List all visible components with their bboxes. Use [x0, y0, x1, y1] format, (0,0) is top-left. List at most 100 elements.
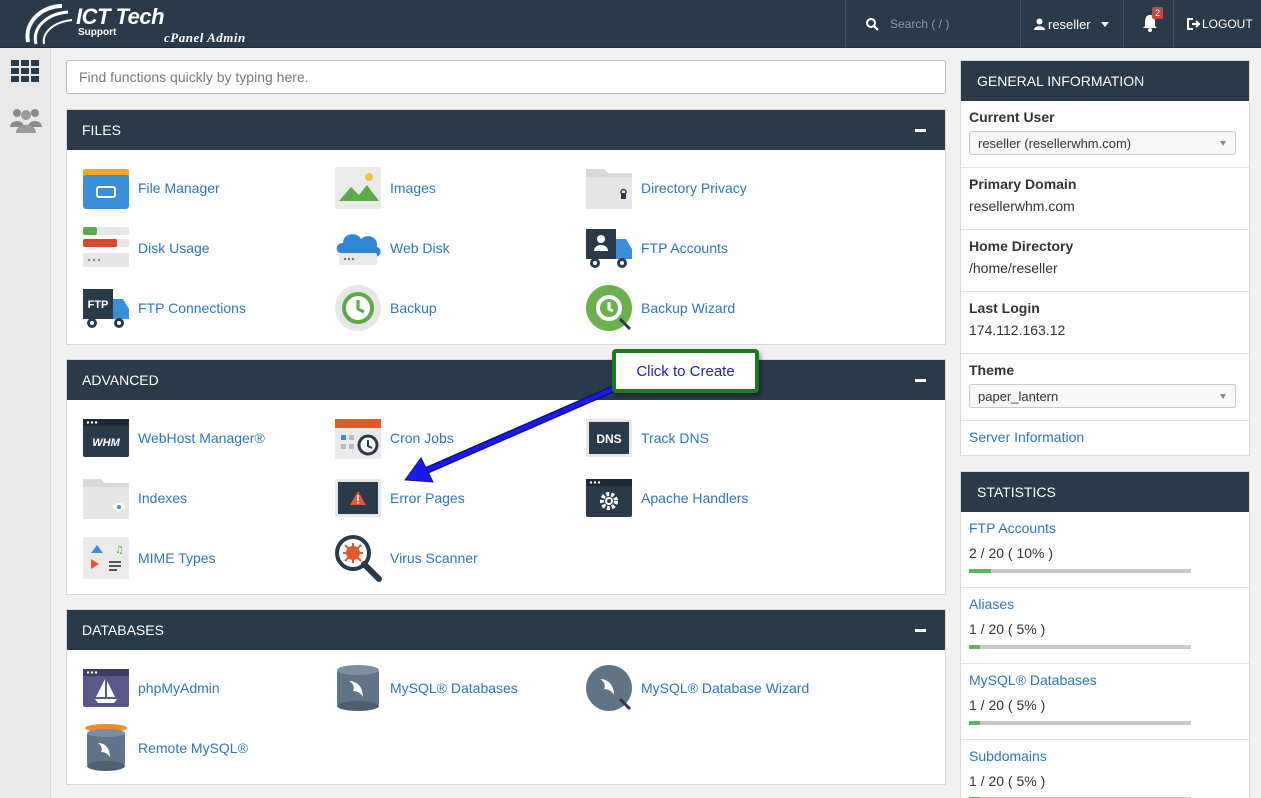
theme-select[interactable]: paper_lantern [969, 384, 1236, 408]
last-login-label: Last Login [969, 300, 1040, 316]
stat-label[interactable]: Subdomains [969, 748, 1047, 764]
notification-badge: 2 [1152, 7, 1164, 19]
mysql-database-wizard-item[interactable]: MySQL® Database Wizard [584, 663, 809, 713]
file-manager-item[interactable]: File Manager [81, 163, 220, 213]
chevron-down-icon [1100, 21, 1109, 27]
disk-usage-icon [83, 227, 129, 267]
backup-wizard-item[interactable]: Backup Wizard [584, 283, 735, 333]
ftp-accounts-item[interactable]: FTP Accounts [584, 223, 728, 273]
stat-label[interactable]: Aliases [969, 596, 1014, 612]
databases-panel-header[interactable]: DATABASES [67, 610, 945, 650]
whm-icon: WHM [83, 419, 129, 457]
ftp-connections-label: FTP Connections [138, 300, 246, 316]
logo-swirl-icon [25, 4, 73, 45]
mysql-databases-item[interactable]: MySQL® Databases [333, 663, 518, 713]
logout-icon [1187, 18, 1200, 30]
user-menu[interactable]: reseller [1020, 0, 1123, 48]
mysql-database-icon [337, 665, 379, 711]
collapse-icon[interactable] [915, 129, 926, 132]
collapse-icon[interactable] [915, 629, 926, 632]
disk-usage-item[interactable]: Disk Usage [81, 223, 210, 273]
home-directory-value: /home/reseller [969, 260, 1058, 276]
stat-value: 1 / 20 ( 5% ) [969, 621, 1046, 637]
web-disk-icon [336, 234, 381, 265]
backup-icon [335, 285, 381, 331]
stat-progress-bar [969, 645, 1191, 649]
directory-privacy-label: Directory Privacy [641, 180, 747, 196]
top-search[interactable]: Search ( / ) [845, 0, 1020, 48]
general-information-title: GENERAL INFORMATION [961, 61, 1249, 101]
folder-lock-icon [586, 169, 632, 209]
indexes-label: Indexes [138, 490, 188, 506]
primary-domain-row: Primary Domain resellerwhm.com [961, 168, 1249, 230]
ftp-accounts-icon [586, 229, 632, 268]
images-label: Images [390, 180, 436, 196]
advanced-panel-title: ADVANCED [82, 372, 159, 388]
virus-scanner-item[interactable]: Virus Scanner [333, 533, 478, 583]
stat-label[interactable]: MySQL® Databases [969, 672, 1097, 688]
chevron-down-icon [1220, 141, 1226, 146]
top-search-placeholder: Search ( / ) [890, 17, 950, 31]
mime-types-item[interactable]: ♫ MIME Types [81, 533, 216, 583]
ftp-connections-item[interactable]: FTP FTP Connections [81, 283, 246, 333]
top-navbar: ICT Tech Support cPanel Admin Search ( /… [0, 0, 1261, 48]
error-pages-label: Error Pages [390, 490, 465, 506]
logo-subtitle: Support [78, 27, 117, 38]
web-disk-label: Web Disk [390, 240, 450, 256]
function-search-input[interactable] [66, 60, 946, 94]
stat-label[interactable]: FTP Accounts [969, 520, 1056, 536]
search-icon [866, 17, 879, 31]
mime-types-label: MIME Types [138, 550, 216, 566]
svg-text:♫: ♫ [115, 545, 124, 556]
users-icon[interactable] [10, 105, 42, 133]
phpmyadmin-label: phpMyAdmin [138, 680, 220, 696]
annotation-arrow-icon [404, 382, 624, 483]
backup-wizard-icon [586, 285, 632, 331]
disk-usage-label: Disk Usage [138, 240, 210, 256]
current-user-label: Current User [969, 109, 1055, 125]
server-information-link[interactable]: Server Information [969, 429, 1084, 445]
file-manager-icon [83, 169, 129, 209]
directory-privacy-item[interactable]: Directory Privacy [584, 163, 747, 213]
track-dns-label: Track DNS [641, 430, 709, 446]
chevron-down-icon [1220, 394, 1226, 399]
stat-aliases: Aliases 1 / 20 ( 5% ) [961, 588, 1249, 664]
indexes-item[interactable]: Indexes [81, 473, 187, 523]
webhost-manager-item[interactable]: WHM WebHost Manager® [81, 413, 265, 463]
web-disk-item[interactable]: Web Disk [333, 223, 450, 273]
remote-mysql-item[interactable]: Remote MySQL® [81, 723, 248, 773]
webhost-manager-label: WebHost Manager® [138, 430, 265, 446]
phpmyadmin-icon [83, 669, 129, 707]
mime-types-icon: ♫ [83, 537, 129, 579]
phpmyadmin-item[interactable]: phpMyAdmin [81, 663, 220, 713]
statistics-title: STATISTICS [961, 472, 1249, 512]
current-user-select[interactable]: reseller (resellerwhm.com) [969, 131, 1236, 155]
stat-progress-fill [969, 645, 981, 649]
virus-scanner-icon [335, 535, 382, 582]
whm-icon-text: WHM [92, 437, 120, 449]
files-panel-header[interactable]: FILES [67, 110, 945, 150]
logo[interactable]: ICT Tech Support cPanel Admin [22, 0, 272, 48]
logo-tagline: cPanel Admin [164, 30, 246, 45]
stat-ftp-accounts: FTP Accounts 2 / 20 ( 10% ) [961, 512, 1249, 588]
backup-item[interactable]: Backup [333, 283, 437, 333]
stat-value: 1 / 20 ( 5% ) [969, 697, 1046, 713]
warning-icon [335, 479, 381, 517]
user-name: reseller [1048, 16, 1091, 32]
server-information-row: Server Information [961, 421, 1249, 455]
collapse-icon[interactable] [915, 379, 926, 382]
databases-panel-title: DATABASES [82, 622, 164, 638]
images-icon [335, 167, 381, 209]
notifications-button[interactable]: 2 [1123, 0, 1173, 48]
databases-panel: DATABASES phpMyAdmin MySQL® Databases My… [66, 609, 946, 785]
backup-wizard-label: Backup Wizard [641, 300, 736, 316]
logout-button[interactable]: LOGOUT [1173, 0, 1261, 48]
grid-icon[interactable] [11, 60, 39, 82]
stat-progress-bar [969, 569, 1191, 573]
files-panel: FILES File Manager Images Directory Priv… [66, 109, 946, 345]
stat-mysql-databases: MySQL® Databases 1 / 20 ( 5% ) [961, 664, 1249, 740]
last-login-value: 174.112.163.12 [969, 322, 1066, 338]
images-item[interactable]: Images [333, 163, 436, 213]
stat-value: 1 / 20 ( 5% ) [969, 773, 1046, 789]
file-manager-label: File Manager [138, 180, 220, 196]
